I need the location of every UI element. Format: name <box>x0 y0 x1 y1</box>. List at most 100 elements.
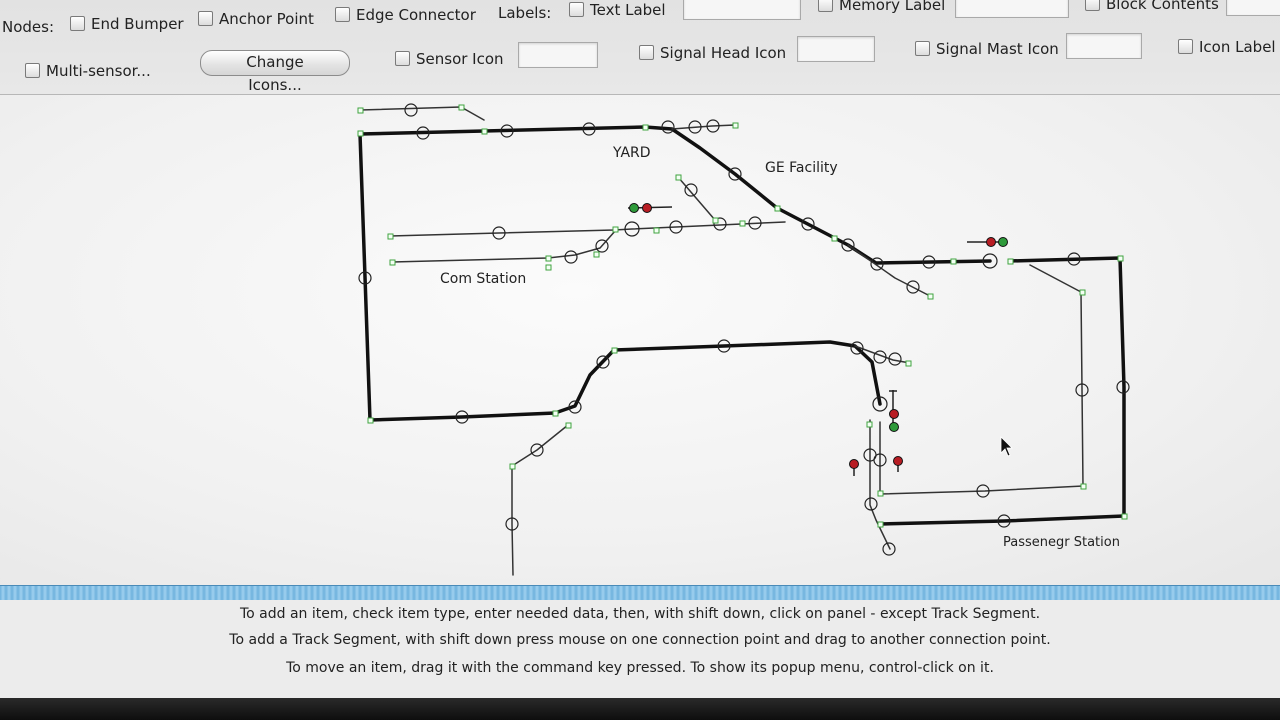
anchor-point[interactable] <box>905 360 912 367</box>
multi-sensor-checkbox[interactable]: Multi-sensor... <box>25 62 151 80</box>
checkbox-icon[interactable] <box>198 11 213 26</box>
anchor-point[interactable] <box>481 128 488 135</box>
signal-mast-station-a[interactable] <box>849 459 859 477</box>
signal-head-icon-field[interactable] <box>797 36 875 62</box>
checkbox-icon[interactable] <box>1178 39 1193 54</box>
anchor-point[interactable] <box>357 130 364 137</box>
edge-connector-label: Edge Connector <box>356 6 476 24</box>
anchor-point[interactable] <box>552 410 559 417</box>
anchor-point[interactable] <box>612 226 619 233</box>
anchor-point[interactable] <box>739 220 746 227</box>
mainline-south[interactable] <box>368 340 882 422</box>
anchor-point[interactable] <box>866 421 873 428</box>
change-icons-button[interactable]: Change Icons... <box>200 50 350 94</box>
signal-green-icon <box>998 237 1008 247</box>
layout-editor-toolbar: Nodes: End Bumper Anchor Point Edge Conn… <box>0 0 1280 95</box>
checkbox-icon[interactable] <box>915 41 930 56</box>
track-circle[interactable] <box>882 542 896 556</box>
anchor-point[interactable] <box>712 217 719 224</box>
memory-label-field[interactable] <box>955 0 1069 18</box>
anchor-point[interactable] <box>458 104 465 111</box>
anchor-point[interactable] <box>1117 255 1124 262</box>
checkbox-icon[interactable] <box>335 7 350 22</box>
signal-mast-icon-field[interactable] <box>1066 33 1142 59</box>
anchor-point[interactable] <box>611 347 618 354</box>
anchor-point[interactable] <box>565 422 572 429</box>
anchor-point[interactable] <box>1121 513 1128 520</box>
signal-green-icon <box>889 422 899 432</box>
edge-connector-checkbox[interactable]: Edge Connector <box>335 6 476 24</box>
anchor-point[interactable] <box>389 259 396 266</box>
checkbox-icon[interactable] <box>1085 0 1100 11</box>
end-bumper-checkbox[interactable]: End Bumper <box>70 15 184 33</box>
anchor-point[interactable] <box>545 255 552 262</box>
signal-mast-station-b[interactable] <box>893 456 903 473</box>
sensor-icon-checkbox[interactable]: Sensor Icon <box>395 50 504 68</box>
memory-label-checkbox[interactable]: Memory Label <box>818 0 945 14</box>
anchor-point[interactable] <box>357 107 364 114</box>
signal-head-east[interactable] <box>967 237 1008 247</box>
anchor-point[interactable] <box>653 227 660 234</box>
checkbox-icon[interactable] <box>70 16 85 31</box>
anchor-point[interactable] <box>877 521 884 528</box>
signal-head-station[interactable] <box>889 390 899 432</box>
siding-top[interactable] <box>359 106 485 121</box>
signal-green-icon <box>629 203 639 213</box>
anchor-point[interactable] <box>774 205 781 212</box>
anchor-point[interactable] <box>642 124 649 131</box>
text-label-label: Text Label <box>590 1 666 19</box>
mouse-cursor-icon <box>1000 436 1013 457</box>
checkbox-icon[interactable] <box>569 2 584 17</box>
mainline-west[interactable] <box>358 132 372 422</box>
signal-red-icon <box>986 237 996 247</box>
anchor-point[interactable] <box>927 293 934 300</box>
anchor-point[interactable] <box>1080 483 1087 490</box>
text-label-checkbox[interactable]: Text Label <box>569 1 666 19</box>
multi-sensor-label: Multi-sensor... <box>46 62 151 80</box>
checkbox-icon[interactable] <box>395 51 410 66</box>
checkbox-icon[interactable] <box>818 0 833 12</box>
anchor-point-label: Anchor Point <box>219 10 314 28</box>
anchor-point-checkbox[interactable]: Anchor Point <box>198 10 314 28</box>
checkbox-icon[interactable] <box>25 63 40 78</box>
anchor-point[interactable] <box>1079 289 1086 296</box>
anchor-point[interactable] <box>387 233 394 240</box>
signal-mast-icon-label: Signal Mast Icon <box>936 40 1059 58</box>
track-circle[interactable] <box>684 183 698 197</box>
signal-mast-icon-checkbox[interactable]: Signal Mast Icon <box>915 40 1059 58</box>
signal-head-icon-checkbox[interactable]: Signal Head Icon <box>639 44 786 62</box>
anchor-point[interactable] <box>545 264 552 271</box>
anchor-point[interactable] <box>675 174 682 181</box>
siding-east-inner[interactable] <box>879 264 1084 495</box>
track-layout-canvas[interactable]: YARD GE Facility Com Station Passenegr S… <box>0 95 1280 585</box>
label-yard[interactable]: YARD <box>612 145 651 161</box>
layout-panel[interactable]: YARD GE Facility Com Station Passenegr S… <box>0 95 1280 585</box>
block-contents-checkbox[interactable]: Block Contents <box>1085 0 1219 13</box>
signal-head-yard[interactable] <box>627 203 673 213</box>
anchor-point[interactable] <box>367 417 374 424</box>
text-label-field[interactable] <box>683 0 801 20</box>
siding-ge-spur[interactable] <box>677 176 716 221</box>
siding-south-spur[interactable] <box>511 424 569 576</box>
anchor-point[interactable] <box>509 463 516 470</box>
split-pane-divider[interactable] <box>0 585 1280 601</box>
sensor-icon-field[interactable] <box>518 42 598 68</box>
siding-yard[interactable] <box>671 124 736 130</box>
label-com-station[interactable]: Com Station <box>440 271 526 287</box>
anchor-point[interactable] <box>1007 258 1014 265</box>
help-line-move-item: To move an item, drag it with the comman… <box>286 660 994 676</box>
checkbox-icon[interactable] <box>639 45 654 60</box>
block-contents-field[interactable] <box>1226 0 1280 16</box>
anchor-point[interactable] <box>593 251 600 258</box>
anchor-point[interactable] <box>831 235 838 242</box>
label-ge-facility[interactable]: GE Facility <box>765 160 838 176</box>
icon-label-checkbox[interactable]: Icon Label <box>1178 38 1276 56</box>
mainline-loop[interactable] <box>358 125 992 265</box>
label-passenger-station[interactable]: Passenegr Station <box>1003 535 1120 550</box>
anchor-point[interactable] <box>877 490 884 497</box>
anchor-point[interactable] <box>732 122 739 129</box>
anchor-point[interactable] <box>950 258 957 265</box>
track-circle[interactable] <box>564 250 578 264</box>
track-circle[interactable] <box>404 103 418 117</box>
signal-red-icon <box>893 456 903 466</box>
